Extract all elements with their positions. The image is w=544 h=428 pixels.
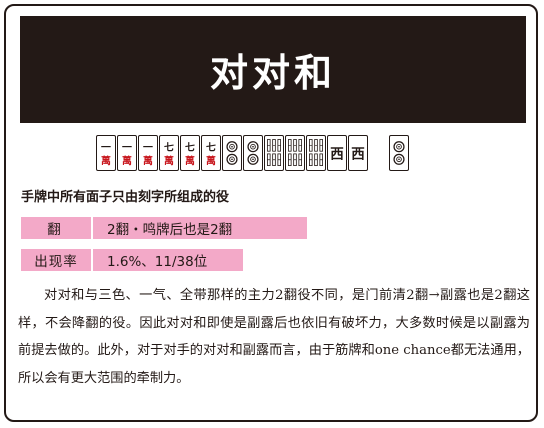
svg-text:西: 西 xyxy=(330,146,344,162)
tile-1-wan: 一萬 xyxy=(117,135,137,171)
rate-row: 出现率 1.6%、11/38位 xyxy=(21,249,243,271)
svg-text:西: 西 xyxy=(351,146,365,162)
svg-text:萬: 萬 xyxy=(101,154,111,167)
tile-west-wind: 西 xyxy=(327,135,347,171)
svg-text:萬: 萬 xyxy=(185,154,195,167)
tile-2-pin xyxy=(222,135,242,171)
explanation-text: 对对和与三色、一气、全带那样的主力2翻役不同，是门前清2翻→副露也是2翻这样，不… xyxy=(18,288,530,386)
svg-text:萬: 萬 xyxy=(143,154,153,167)
tile-8-sou xyxy=(306,135,326,171)
tile-1-wan: 一萬 xyxy=(96,135,116,171)
fan-value: 2翻・鸣牌后也是2翻 xyxy=(93,217,307,239)
tile-7-wan: 七萬 xyxy=(180,135,200,171)
tile-2-pin-winning xyxy=(389,135,409,171)
yaku-card: 对对和 一萬 一萬 一萬 七萬 七萬 七萬 西 西 手牌中所有面子只由刻字所组成… xyxy=(4,4,538,422)
svg-text:七: 七 xyxy=(185,140,195,153)
yaku-description: 手牌中所有面子只由刻字所组成的役 xyxy=(21,190,230,205)
tile-8-sou xyxy=(285,135,305,171)
svg-text:一: 一 xyxy=(143,142,153,153)
tile-1-wan: 一萬 xyxy=(138,135,158,171)
svg-text:萬: 萬 xyxy=(122,154,132,167)
tile-2-pin xyxy=(243,135,263,171)
title-banner: 对对和 xyxy=(20,16,526,123)
tile-7-wan: 七萬 xyxy=(159,135,179,171)
tile-8-sou xyxy=(264,135,284,171)
svg-text:七: 七 xyxy=(164,140,174,153)
rate-label: 出现率 xyxy=(21,249,91,271)
svg-text:七: 七 xyxy=(206,140,216,153)
svg-text:一: 一 xyxy=(122,142,132,153)
fan-row: 翻 2翻・鸣牌后也是2翻 xyxy=(21,217,307,239)
svg-text:一: 一 xyxy=(101,142,111,153)
fan-label: 翻 xyxy=(21,217,91,239)
rate-value: 1.6%、11/38位 xyxy=(93,249,243,271)
svg-text:萬: 萬 xyxy=(206,154,216,167)
hand-tiles: 一萬 一萬 一萬 七萬 七萬 七萬 西 西 xyxy=(96,135,410,173)
svg-text:萬: 萬 xyxy=(164,154,174,167)
tile-7-wan: 七萬 xyxy=(201,135,221,171)
tile-west-wind: 西 xyxy=(348,135,368,171)
yaku-title: 对对和 xyxy=(209,51,336,95)
